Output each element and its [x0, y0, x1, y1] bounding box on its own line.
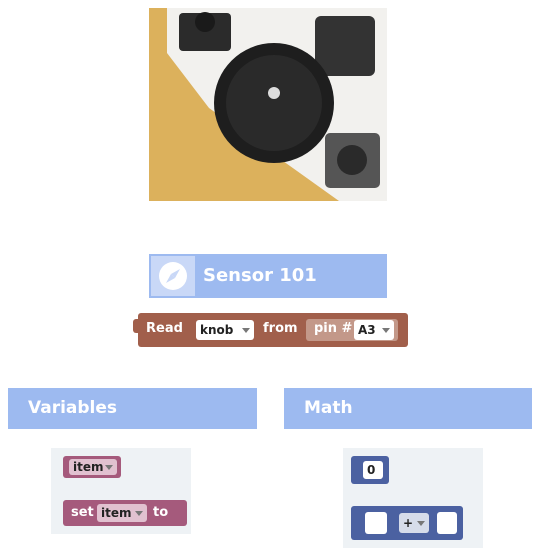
pin-dropdown[interactable]: A3: [354, 320, 394, 340]
from-label: from: [263, 321, 298, 336]
set-variable-dropdown-value: item: [101, 506, 132, 520]
math-category-header[interactable]: Math: [284, 388, 532, 429]
sensor-dropdown-value: knob: [200, 323, 234, 337]
set-variable-dropdown[interactable]: item: [97, 504, 147, 522]
board-illustration: [149, 8, 387, 201]
variables-category-title: Variables: [28, 398, 118, 418]
variables-category-header[interactable]: Variables: [8, 388, 257, 429]
to-label: to: [153, 505, 169, 520]
arithmetic-block[interactable]: +: [351, 506, 463, 540]
get-variable-block[interactable]: item: [63, 456, 121, 478]
pin-label: pin #: [314, 321, 353, 336]
read-sensor-block[interactable]: Read knob from pin # A3: [133, 313, 408, 347]
right-operand-socket[interactable]: [437, 512, 457, 534]
number-value: 0: [367, 463, 376, 477]
block-notch: [133, 319, 141, 333]
pin-socket: pin # A3: [306, 319, 398, 341]
math-block-panel: 0 +: [343, 448, 483, 548]
chevron-down-icon: [242, 328, 250, 333]
sensor-category-header[interactable]: Sensor 101: [149, 254, 387, 298]
variables-block-panel: item set item to: [51, 448, 191, 534]
set-variable-block[interactable]: set item to: [63, 500, 187, 526]
chevron-down-icon: [417, 521, 425, 526]
read-label: Read: [146, 321, 183, 336]
chevron-down-icon: [135, 511, 143, 516]
operator-value: +: [403, 516, 414, 530]
left-operand-socket[interactable]: [365, 512, 387, 534]
math-category-title: Math: [304, 398, 353, 418]
pin-dropdown-value: A3: [358, 323, 376, 337]
sensor-dropdown[interactable]: knob: [196, 320, 254, 340]
variable-dropdown-value: item: [73, 460, 104, 474]
sensor-category-title: Sensor 101: [203, 265, 317, 286]
hardware-photo: [149, 8, 387, 201]
number-block[interactable]: 0: [351, 456, 389, 484]
operator-dropdown[interactable]: +: [399, 513, 429, 533]
number-input[interactable]: 0: [363, 461, 383, 479]
chevron-down-icon: [105, 465, 113, 470]
set-label: set: [71, 505, 94, 520]
compass-icon: [151, 256, 195, 296]
variable-dropdown[interactable]: item: [69, 459, 117, 475]
chevron-down-icon: [382, 328, 390, 333]
